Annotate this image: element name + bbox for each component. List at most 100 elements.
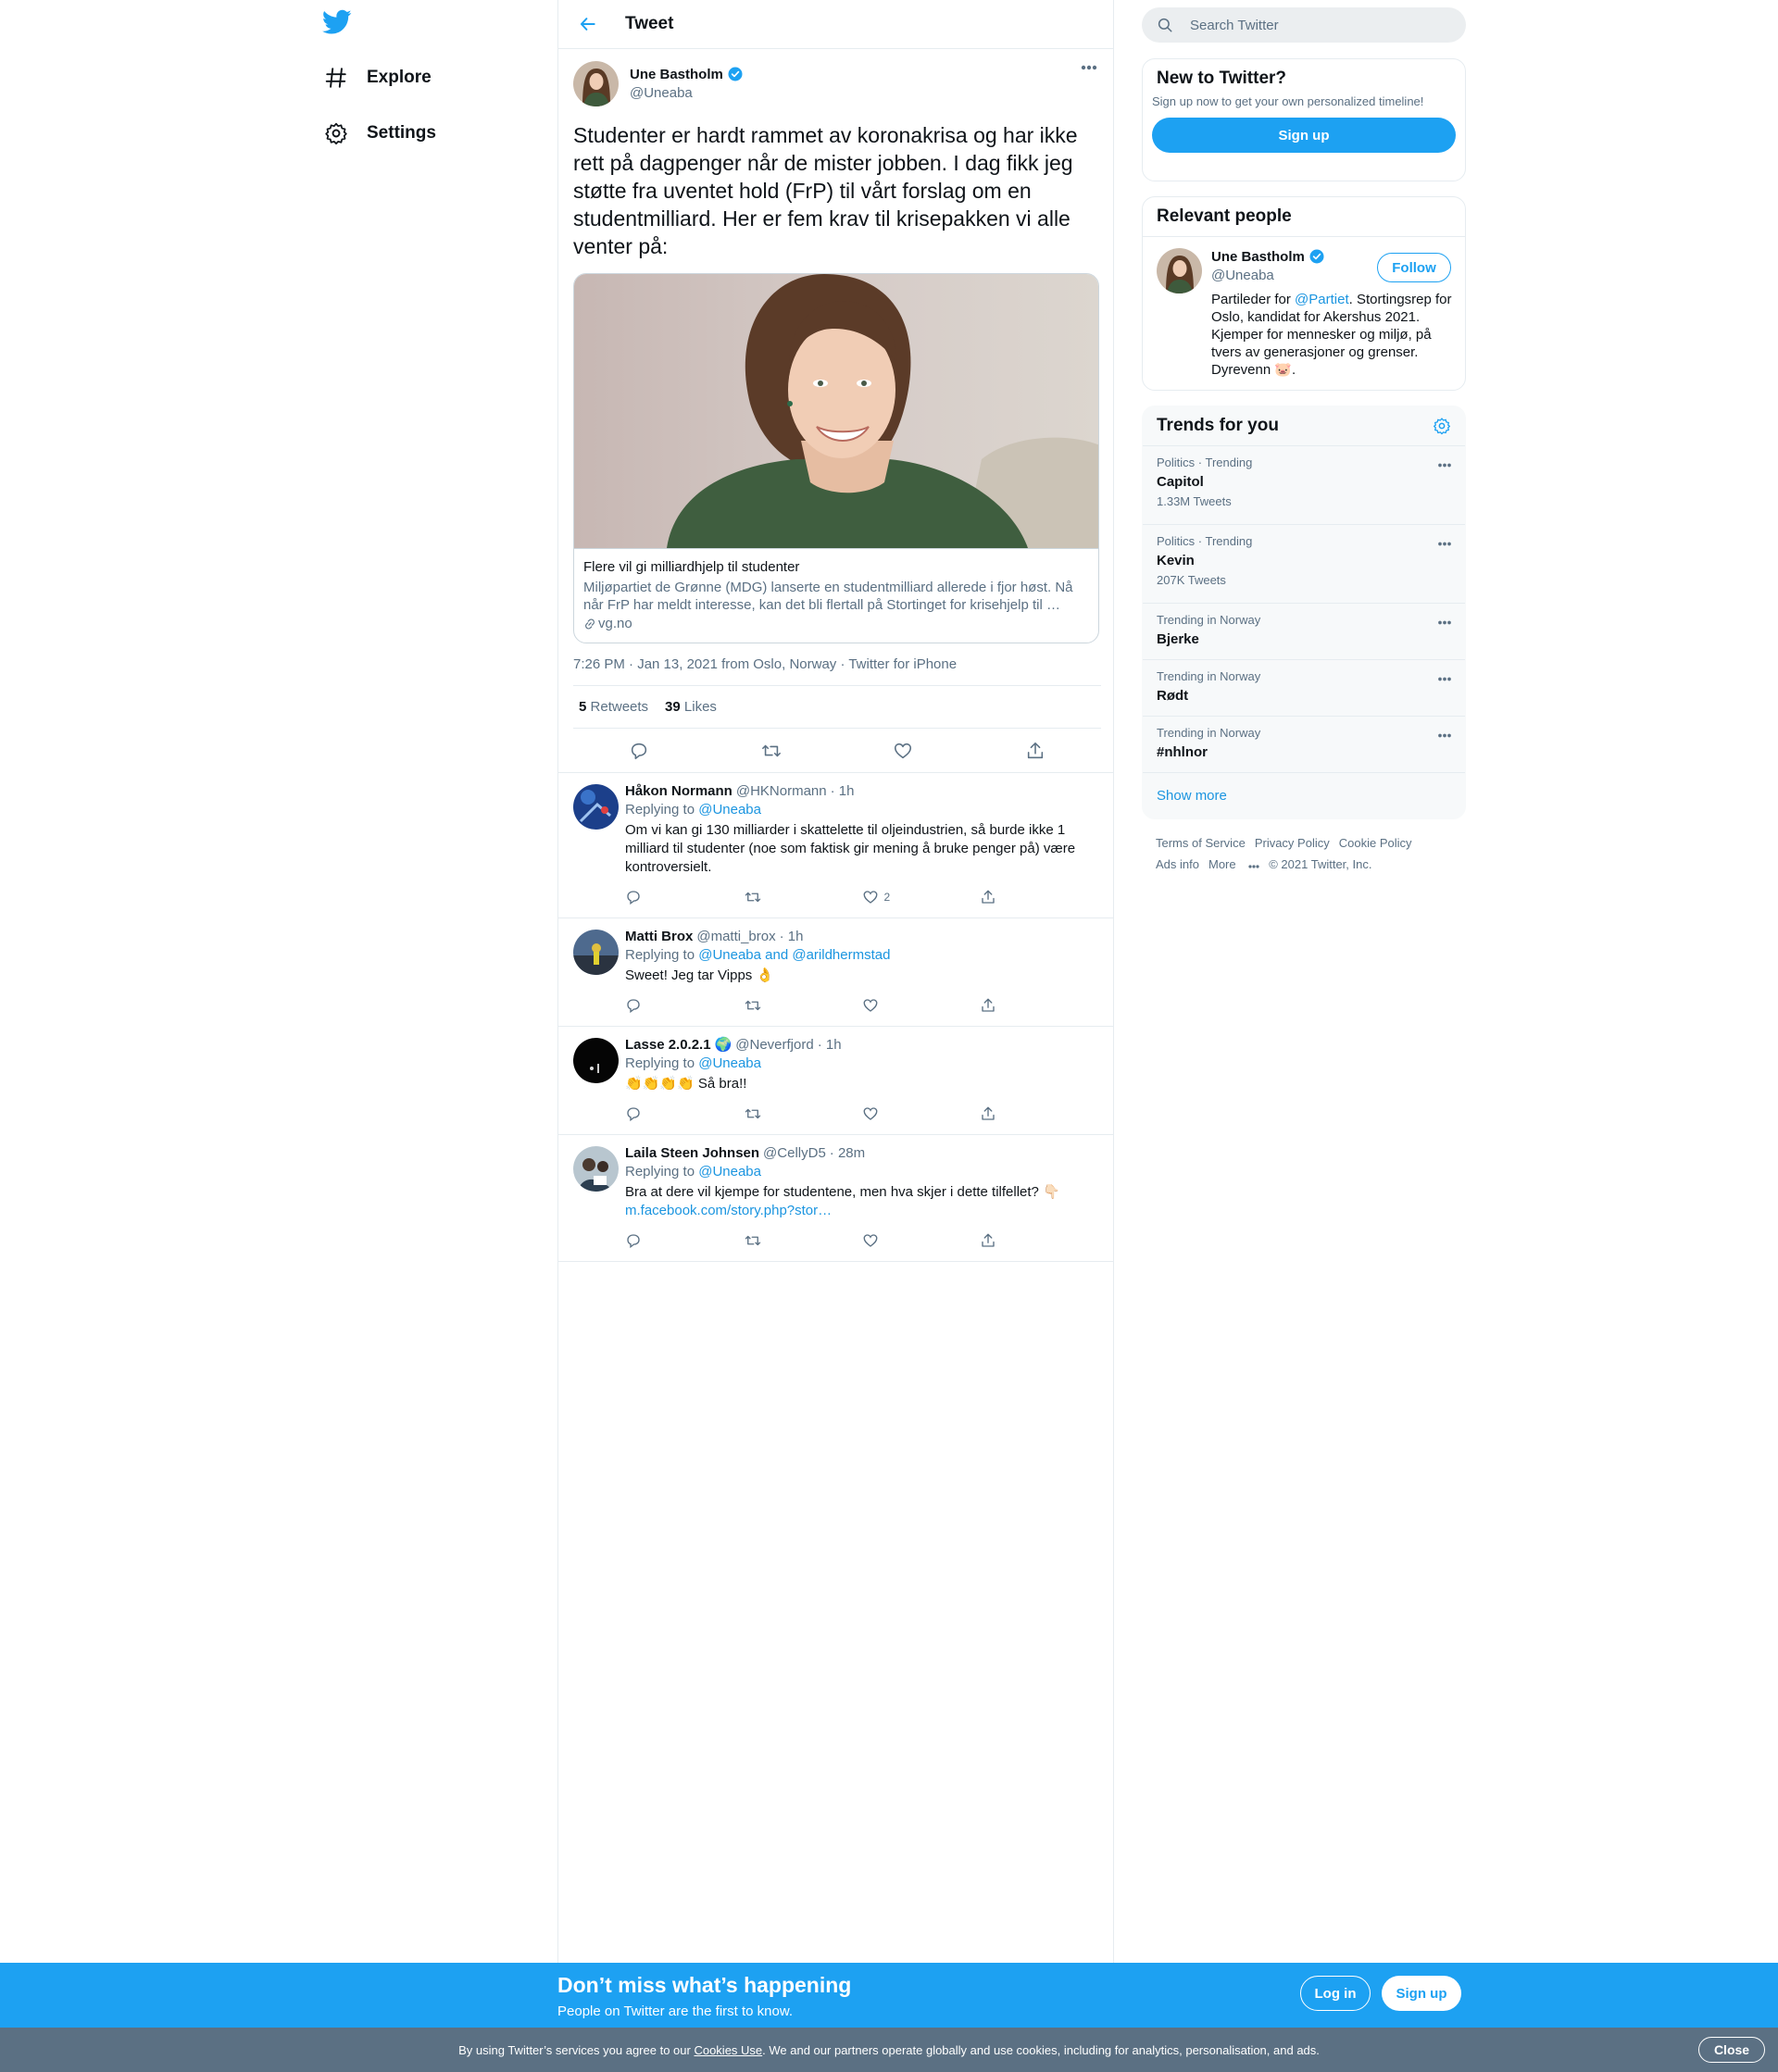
replying-to-link[interactable]: @Uneaba and @arildhermstad xyxy=(698,947,890,963)
trend-item[interactable]: Trending in Norway Rødt xyxy=(1143,659,1465,716)
likes-stat[interactable]: 39 Likes xyxy=(665,699,717,715)
card-domain: vg.no xyxy=(598,616,632,631)
reply-time[interactable]: · 28m xyxy=(830,1144,865,1163)
like-heart-icon[interactable] xyxy=(862,997,981,1014)
like-heart-icon[interactable] xyxy=(862,1105,981,1122)
retweets-count: 5 xyxy=(579,699,587,715)
reply-icon[interactable] xyxy=(622,734,656,768)
reply-icon[interactable] xyxy=(625,997,744,1014)
footer-terms-link[interactable]: Terms of Service xyxy=(1156,832,1246,854)
tweet-timestamp[interactable]: 7:26 PM · Jan 13, 2021 from Oslo, Norway… xyxy=(573,656,1101,686)
reply-tweet[interactable]: Håkon Normann @HKNormann · 1h Replying t… xyxy=(558,772,1113,917)
more-options-icon[interactable] xyxy=(1434,456,1456,474)
search-bar[interactable] xyxy=(1142,7,1466,43)
tweet-stats: 5 Retweets 39 Likes xyxy=(573,686,1101,729)
trend-item[interactable]: Politics · Trending Capitol 1.33M Tweets xyxy=(1143,445,1465,524)
share-icon[interactable] xyxy=(1019,734,1052,768)
nav-settings[interactable]: Settings xyxy=(320,110,436,156)
reply-author-name[interactable]: Matti Brox xyxy=(625,928,693,946)
replying-to-label: Replying to xyxy=(625,1055,695,1071)
retweet-icon[interactable] xyxy=(744,997,862,1014)
reply-author-name[interactable]: Lasse 2.0.2.1 xyxy=(625,1036,711,1055)
reply-icon[interactable] xyxy=(625,1105,744,1122)
footer-cookie-link[interactable]: Cookie Policy xyxy=(1339,832,1412,854)
cookie-close-button[interactable]: Close xyxy=(1698,2037,1765,2063)
share-icon[interactable] xyxy=(980,889,1098,905)
card-title: Flere vil gi milliardhjelp til studenter xyxy=(583,559,800,575)
trend-name: Bjerke xyxy=(1157,631,1199,647)
cookies-use-link[interactable]: Cookies Use xyxy=(694,2043,762,2057)
replying-to-link[interactable]: @Uneaba xyxy=(698,1164,761,1180)
reply-text: Bra at dere vil kjempe for studentene, m… xyxy=(625,1184,1060,1200)
nav-explore[interactable]: Explore xyxy=(320,55,432,101)
replying-to-link[interactable]: @Uneaba xyxy=(698,802,761,818)
share-icon[interactable] xyxy=(980,1232,1098,1249)
relevant-person-name[interactable]: Une Bastholm xyxy=(1211,249,1305,265)
reply-external-link[interactable]: m.facebook.com/story.php?stor… xyxy=(625,1203,832,1218)
reply-tweet[interactable]: Matti Brox @matti_brox · 1h Replying to … xyxy=(558,917,1113,1026)
banner-title: Don’t miss what’s happening xyxy=(557,1973,852,1997)
trend-category: Trending in Norway xyxy=(1157,669,1261,683)
replying-to-label: Replying to xyxy=(625,1164,695,1180)
retweet-icon[interactable] xyxy=(744,889,862,905)
more-options-icon[interactable] xyxy=(1434,534,1456,553)
reply-time[interactable]: · 1h xyxy=(818,1036,842,1055)
author-avatar[interactable] xyxy=(573,60,619,106)
trend-category: Politics · Trending xyxy=(1157,534,1253,548)
more-options-icon[interactable] xyxy=(1434,726,1456,744)
follow-button[interactable]: Follow xyxy=(1377,253,1451,282)
replying-to-link[interactable]: @Uneaba xyxy=(698,1055,761,1071)
reply-text: Om vi kan gi 130 milliarder i skattelett… xyxy=(625,822,1076,875)
footer-more-link[interactable]: More xyxy=(1208,854,1259,875)
more-options-icon[interactable] xyxy=(1434,613,1456,631)
footer-privacy-link[interactable]: Privacy Policy xyxy=(1255,832,1330,854)
reply-avatar[interactable] xyxy=(573,1038,619,1083)
login-button[interactable]: Log in xyxy=(1300,1976,1371,2011)
retweet-icon[interactable] xyxy=(755,734,788,768)
reply-author-name[interactable]: Laila Steen Johnsen xyxy=(625,1144,759,1163)
sidebar-signup-button[interactable]: Sign up xyxy=(1152,118,1456,153)
share-icon[interactable] xyxy=(980,1105,1098,1122)
reply-time[interactable]: · 1h xyxy=(831,782,855,801)
tweet-author[interactable]: Une Bastholm @Uneaba xyxy=(573,58,1098,108)
search-input[interactable] xyxy=(1190,17,1449,33)
reply-tweet[interactable]: Lasse 2.0.2.1 🌍 @Neverfjord · 1h Replyin… xyxy=(558,1026,1113,1134)
page-header: Tweet xyxy=(558,0,1113,49)
reply-icon[interactable] xyxy=(625,889,744,905)
more-options-icon[interactable] xyxy=(1078,58,1100,77)
link-card[interactable]: Flere vil gi milliardhjelp til studenter… xyxy=(573,273,1099,643)
cookie-text: By using Twitter’s services you agree to… xyxy=(0,2043,1778,2057)
retweet-icon[interactable] xyxy=(744,1232,862,1249)
more-options-icon[interactable] xyxy=(1434,669,1456,688)
reply-avatar[interactable] xyxy=(573,1146,619,1192)
cookie-bar: By using Twitter’s services you agree to… xyxy=(0,2028,1778,2072)
page-title: Tweet xyxy=(625,14,674,33)
show-more-link[interactable]: Show more xyxy=(1143,772,1465,818)
signup-banner: Don’t miss what’s happening People on Tw… xyxy=(0,1963,1778,2028)
reply-author-name[interactable]: Håkon Normann xyxy=(625,782,732,801)
reply-author-handle: @matti_brox xyxy=(696,929,776,944)
trends-settings-gear-icon[interactable] xyxy=(1433,417,1451,441)
like-heart-icon[interactable] xyxy=(862,1232,981,1249)
footer-ads-link[interactable]: Ads info xyxy=(1156,854,1199,875)
relevant-person-bio: Partileder for @Partiet. Stortingsrep fo… xyxy=(1211,291,1454,379)
retweets-stat[interactable]: 5 Retweets xyxy=(579,699,648,715)
reply-icon[interactable] xyxy=(625,1232,744,1249)
share-icon[interactable] xyxy=(980,997,1098,1014)
retweet-icon[interactable] xyxy=(744,1105,862,1122)
trend-item[interactable]: Trending in Norway #nhlnor xyxy=(1143,716,1465,772)
like-heart-icon[interactable]: 2 xyxy=(862,889,981,905)
trend-item[interactable]: Trending in Norway Bjerke xyxy=(1143,603,1465,659)
reply-time[interactable]: · 1h xyxy=(780,928,804,946)
reply-tweet[interactable]: Laila Steen Johnsen @CellyD5 · 28m Reply… xyxy=(558,1134,1113,1262)
twitter-bird-icon[interactable] xyxy=(322,9,363,46)
signup-button[interactable]: Sign up xyxy=(1382,1976,1461,2011)
like-heart-icon[interactable] xyxy=(886,734,920,768)
reply-avatar[interactable] xyxy=(573,930,619,975)
bio-mention-link[interactable]: @Partiet xyxy=(1295,292,1349,307)
trend-item[interactable]: Politics · Trending Kevin 207K Tweets xyxy=(1143,524,1465,603)
nav-settings-label: Settings xyxy=(367,123,436,143)
reply-avatar[interactable] xyxy=(573,784,619,830)
back-arrow-icon[interactable] xyxy=(571,7,605,41)
relevant-person-avatar[interactable] xyxy=(1157,248,1202,293)
